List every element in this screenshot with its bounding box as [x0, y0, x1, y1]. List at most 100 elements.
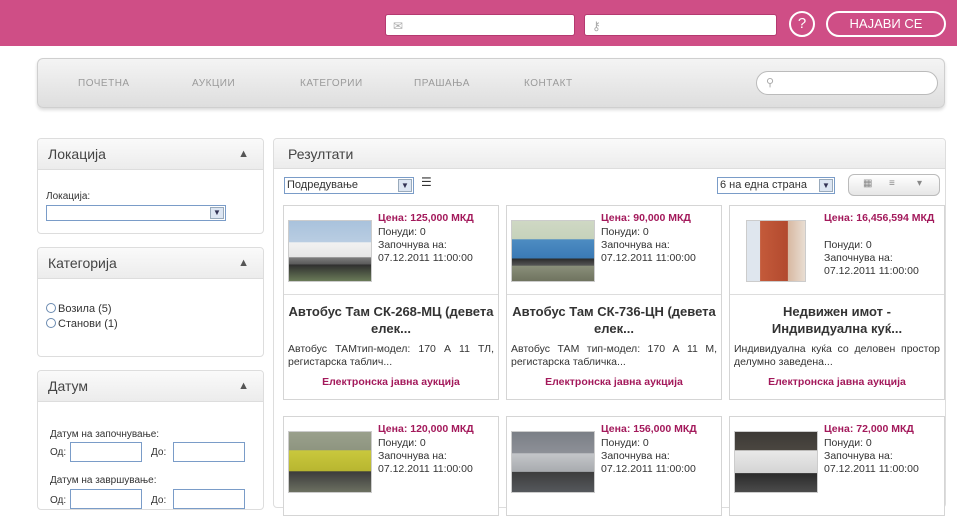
offers: Понуди: 0 [378, 437, 426, 449]
starts-label: Започнува на: [378, 239, 447, 251]
per-page-label: 6 на една страна [720, 179, 807, 191]
auction-type-link[interactable]: Електронска јавна аукција [288, 376, 494, 388]
auction-title[interactable]: Автобус Там СК-736-ЦН (девета елек... [511, 303, 717, 337]
start-date: 07.12.2011 11:00:00 [601, 463, 696, 475]
category-panel: Категорија ▲ Возила (5) Станови (1) [37, 247, 264, 357]
category-panel-header[interactable]: Категорија ▲ [38, 248, 263, 279]
auction-card[interactable]: Цена: 125,000 МКД Понуди: 0 Започнува на… [283, 205, 499, 400]
key-icon: ⚷ [592, 19, 601, 33]
results-header: Резултати [274, 139, 945, 169]
per-page-select[interactable]: 6 на една страна ▼ [717, 177, 835, 194]
end-to-label: До: [151, 495, 167, 506]
auction-card[interactable]: Цена: 156,000 МКД Понуди: 0 Започнува на… [506, 416, 722, 516]
collapse-arrow-icon[interactable]: ▲ [238, 380, 249, 392]
offers: Понуди: 0 [601, 226, 649, 238]
starts-label: Започнува на: [824, 252, 893, 264]
start-to-label: До: [151, 447, 167, 458]
price: Цена: 125,000 МКД [378, 212, 474, 224]
main-nav: ПОЧЕТНА АУКЦИИ КАТЕГОРИИ ПРАШАЊА КОНТАКТ… [37, 58, 945, 108]
price: Цена: 156,000 МКД [601, 423, 697, 435]
price: Цена: 90,000 МКД [601, 212, 691, 224]
search-input[interactable]: ⚲ [756, 71, 938, 95]
start-date: 07.12.2011 11:00:00 [378, 252, 473, 264]
nav-item-faq[interactable]: ПРАШАЊА [414, 78, 470, 89]
date-panel: Датум ▲ Датум на започнување: Од: До: Да… [37, 370, 264, 510]
auction-title[interactable]: Автобус Там СК-268-МЦ (девета елек... [288, 303, 494, 337]
location-select[interactable]: ▼ [46, 205, 226, 221]
auction-card[interactable]: Цена: 16,456,594 МКД Понуди: 0 Започнува… [729, 205, 945, 400]
price: Цена: 72,000 МКД [824, 423, 914, 435]
offers: Понуди: 0 [824, 437, 872, 449]
auction-description: Автобус ТАМ тип-модел: 170 А 11 М, регис… [511, 343, 717, 368]
collapse-arrow-icon[interactable]: ▲ [238, 257, 249, 269]
auction-card[interactable]: Цена: 90,000 МКД Понуди: 0 Започнува на:… [506, 205, 722, 400]
start-date: 07.12.2011 11:00:00 [601, 252, 696, 264]
house-image [746, 220, 806, 282]
auction-card[interactable]: Цена: 72,000 МКД Понуди: 0 Започнува на:… [729, 416, 945, 516]
sort-select[interactable]: Подредување ▼ [284, 177, 414, 194]
nav-item-home[interactable]: ПОЧЕТНА [78, 78, 130, 89]
price: Цена: 16,456,594 МКД [824, 212, 935, 224]
auction-type-link[interactable]: Електронска јавна аукција [734, 376, 940, 388]
nav-item-categories[interactable]: КАТЕГОРИИ [300, 78, 363, 89]
start-date: 07.12.2011 11:00:00 [378, 463, 473, 475]
auction-type-link[interactable]: Електронска јавна аукција [511, 376, 717, 388]
category-option-label: Станови (1) [58, 318, 118, 330]
bus-image [288, 220, 372, 282]
start-date: 07.12.2011 11:00:00 [824, 463, 919, 475]
list-view-icon[interactable]: ≡ [889, 178, 895, 189]
price: Цена: 120,000 МКД [378, 423, 474, 435]
chevron-down-icon: ▼ [819, 179, 833, 192]
start-date-label: Датум на започнување: [50, 429, 160, 440]
divider [507, 294, 721, 295]
car-image [511, 431, 595, 493]
chevron-down-icon: ▼ [210, 207, 224, 219]
sort-select-label: Подредување [287, 179, 359, 191]
end-to-input[interactable] [173, 489, 245, 509]
auction-description: Индивидуална куќа со деловен простор дел… [734, 343, 940, 368]
car-image [734, 431, 818, 493]
nav-item-auctions[interactable]: АУКЦИИ [192, 78, 235, 89]
start-date: 07.12.2011 11:00:00 [824, 265, 919, 277]
login-button[interactable]: НАЈАВИ СЕ [826, 11, 946, 37]
offers: Понуди: 0 [601, 437, 649, 449]
results-title: Резултати [288, 146, 354, 162]
chevron-down-icon[interactable]: ▾ [917, 178, 922, 189]
auction-description: Автобус ТАМтип-модел: 170 А 11 ТЛ, регис… [288, 343, 494, 368]
sort-order-icon[interactable]: ☰ [421, 175, 432, 189]
end-date-label: Датум на завршување: [50, 475, 157, 486]
grid-view-icon[interactable]: ▦ [863, 178, 872, 189]
starts-label: Започнува на: [601, 450, 670, 462]
nav-item-contact[interactable]: КОНТАКТ [524, 78, 573, 89]
help-button[interactable]: ? [789, 11, 815, 37]
category-option-label: Возила (5) [58, 303, 112, 315]
email-input[interactable]: ✉ [385, 14, 575, 36]
radio-button[interactable] [46, 303, 56, 313]
divider [284, 294, 498, 295]
collapse-arrow-icon[interactable]: ▲ [238, 148, 249, 160]
offers: Понуди: 0 [378, 226, 426, 238]
date-panel-header[interactable]: Датум ▲ [38, 371, 263, 402]
date-panel-title: Датум [48, 378, 88, 394]
chevron-down-icon: ▼ [398, 179, 412, 192]
location-panel: Локација ▲ Локација: ▼ [37, 138, 264, 234]
car-image [288, 431, 372, 493]
starts-label: Започнува на: [601, 239, 670, 251]
radio-button[interactable] [46, 318, 56, 328]
auction-card[interactable]: Цена: 120,000 МКД Понуди: 0 Започнува на… [283, 416, 499, 516]
bus-image [511, 220, 595, 282]
results-panel: Резултати Подредување ▼ ☰ 6 на една стра… [273, 138, 946, 516]
location-panel-header[interactable]: Локација ▲ [38, 139, 263, 170]
starts-label: Започнува на: [824, 450, 893, 462]
category-option-apartments[interactable]: Станови (1) [46, 318, 118, 330]
view-toggle: ▦ ≡ ▾ [848, 174, 940, 196]
offers: Понуди: 0 [824, 239, 872, 251]
password-input[interactable]: ⚷ [584, 14, 777, 36]
start-to-input[interactable] [173, 442, 245, 462]
category-option-vehicles[interactable]: Возила (5) [46, 303, 112, 315]
end-from-label: Од: [50, 495, 67, 506]
start-from-input[interactable] [70, 442, 142, 462]
auction-title[interactable]: Недвижен имот - Индивидуална куќ... [734, 303, 940, 337]
end-from-input[interactable] [70, 489, 142, 509]
location-panel-title: Локација [48, 146, 106, 162]
